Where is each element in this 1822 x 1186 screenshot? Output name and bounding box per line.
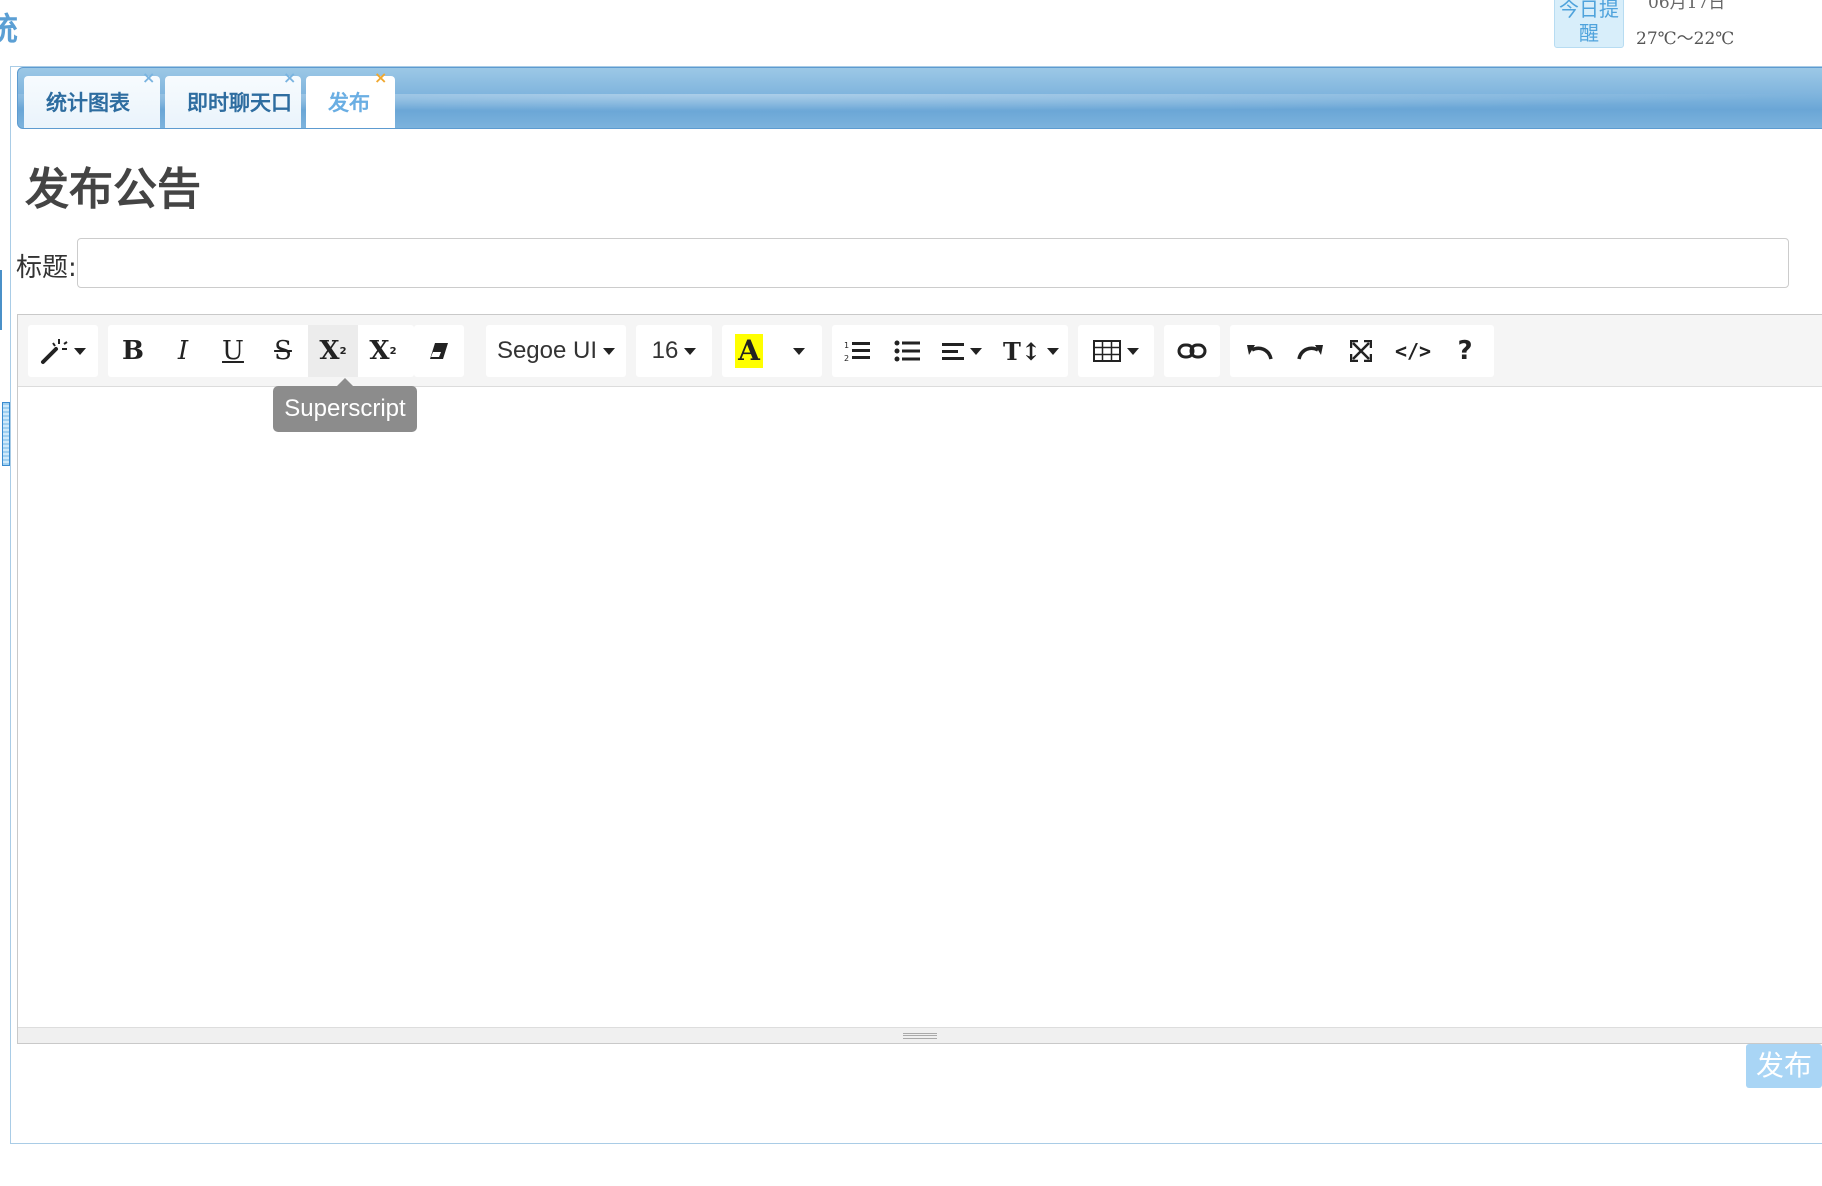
insert-group (1164, 325, 1220, 377)
underline-button[interactable]: U (208, 325, 258, 377)
title-field-label: 标题: (16, 253, 77, 283)
table-icon (1093, 340, 1121, 362)
line-height-icon: T↕ (1003, 336, 1041, 366)
align-left-icon (942, 341, 964, 361)
caret-down-icon (970, 347, 982, 355)
unordered-list-icon (894, 339, 920, 363)
text-color-button[interactable]: A (722, 325, 776, 377)
font-family-dropdown[interactable]: Segoe UI (486, 325, 626, 377)
redo-button[interactable] (1286, 325, 1336, 377)
ordered-list-button[interactable]: 1 2 (832, 325, 882, 377)
paragraph-group: 1 2 T↕ (832, 325, 1068, 377)
app-title: 统 (0, 10, 20, 48)
tab-publish[interactable]: 发布 × (306, 68, 395, 128)
main-panel: 统计图表 × 即时聊天口 × 发布 × 发布公告 标题: B I U S X 2… (10, 66, 1822, 1144)
undo-icon (1245, 341, 1273, 361)
tab-bar: 统计图表 × 即时聊天口 × 发布 × (17, 67, 1822, 129)
today-reminder-button[interactable]: 今日提醒 (1554, 0, 1624, 48)
resize-grip-icon (903, 1033, 937, 1039)
tab-instant-chat[interactable]: 即时聊天口 × (165, 68, 301, 128)
style-group (28, 325, 98, 377)
caret-down-icon (603, 347, 616, 355)
svg-text:2: 2 (844, 354, 849, 363)
bold-button[interactable]: B (108, 325, 158, 377)
superscript-mark: 2 (339, 345, 347, 357)
table-dropdown[interactable] (1078, 325, 1154, 377)
font-size-value: 16 (651, 337, 679, 364)
caret-down-icon (1127, 347, 1139, 355)
tab-label: 发布 (328, 91, 370, 115)
publish-button[interactable]: 发布 (1746, 1044, 1822, 1088)
font-family-group: Segoe UI (486, 325, 626, 377)
help-button[interactable]: ? (1440, 325, 1490, 377)
font-size-group: 16 (636, 325, 712, 377)
left-edge-indicator (0, 270, 2, 330)
eraser-icon (428, 340, 450, 362)
font-size-dropdown[interactable]: 16 (636, 325, 712, 377)
tab-label: 统计图表 (46, 91, 130, 115)
table-group (1078, 325, 1154, 377)
svg-text:1: 1 (844, 341, 849, 350)
subscript-button[interactable]: X2 (358, 325, 408, 377)
style-dropdown-button[interactable] (28, 325, 98, 377)
close-icon[interactable]: × (374, 68, 387, 88)
line-height-dropdown[interactable]: T↕ (998, 325, 1064, 377)
strikethrough-button[interactable]: S (258, 325, 308, 377)
color-dropdown-button[interactable] (776, 325, 822, 377)
caret-down-icon (793, 347, 805, 355)
undo-button[interactable] (1234, 325, 1284, 377)
subscript-mark: 2 (389, 345, 397, 357)
magic-wand-icon (40, 337, 68, 365)
superscript-button[interactable]: X2 (308, 325, 358, 377)
clear-format-group (414, 325, 464, 377)
superscript-tooltip: Superscript (273, 378, 417, 432)
tab-statistics-charts[interactable]: 统计图表 × (24, 68, 160, 128)
caret-down-icon (1046, 347, 1059, 355)
paragraph-align-dropdown[interactable] (932, 325, 992, 377)
left-scroll-handle[interactable] (2, 402, 10, 466)
editor-resize-bar[interactable] (18, 1027, 1822, 1043)
code-view-button[interactable]: </> (1388, 325, 1438, 377)
ordered-list-icon: 1 2 (844, 339, 870, 363)
date-text: 06月17日 (1648, 0, 1726, 13)
editor-toolbar: B I U S X2 X2 Segoe UI 16 A 1 2 T↕ </> ? (18, 315, 1822, 387)
unordered-list-button[interactable] (882, 325, 932, 377)
font-style-group: B I U S X2 X2 (108, 325, 414, 377)
superscript-icon: X (319, 336, 340, 366)
link-button[interactable] (1167, 325, 1217, 377)
color-group: A (722, 325, 822, 377)
subscript-icon: X (369, 336, 390, 366)
close-icon[interactable]: × (142, 68, 155, 88)
page-title: 发布公告 (25, 164, 201, 215)
editor-content-area[interactable] (18, 388, 1822, 1027)
italic-button[interactable]: I (158, 325, 208, 377)
title-input[interactable] (77, 238, 1789, 288)
caret-down-icon (684, 347, 697, 355)
close-icon[interactable]: × (283, 68, 296, 88)
tab-label: 即时聊天口 (187, 91, 292, 115)
clear-format-button[interactable] (414, 325, 464, 377)
caret-down-icon (74, 347, 86, 355)
link-icon (1177, 342, 1207, 360)
redo-icon (1297, 341, 1325, 361)
text-color-icon: A (735, 334, 763, 368)
fullscreen-button[interactable] (1336, 325, 1386, 377)
fullscreen-icon (1350, 340, 1372, 362)
weather-text: 27℃～22℃ (1636, 29, 1735, 49)
font-family-value: Segoe UI (496, 337, 598, 364)
misc-group: </> ? (1230, 325, 1494, 377)
